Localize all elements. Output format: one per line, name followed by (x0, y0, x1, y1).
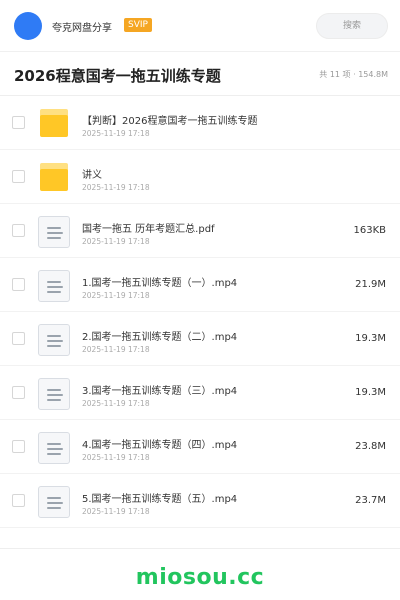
file-date: 2025-11-19 17:18 (82, 345, 150, 354)
document-icon (38, 216, 70, 248)
title-row: 2026程意国考一拖五训练专题 共 11 项 · 154.8M (0, 52, 400, 96)
folder-icon (38, 162, 70, 194)
file-size: 19.3M (355, 333, 386, 344)
file-date: 2025-11-19 17:18 (82, 507, 150, 516)
document-icon (38, 324, 70, 356)
top-bar: 夸克网盘分享 SVIP 搜索 (0, 0, 400, 52)
list-item[interactable]: 国考一拖五 历年考题汇总.pdf 2025-11-19 17:18 163KB (0, 204, 400, 258)
select-checkbox[interactable] (12, 440, 25, 453)
list-item[interactable]: 【判断】2026程意国考一拖五训练专题 2025-11-19 17:18 (0, 96, 400, 150)
select-checkbox[interactable] (12, 332, 25, 345)
select-checkbox[interactable] (12, 170, 25, 183)
select-checkbox[interactable] (12, 116, 25, 129)
file-size: 23.8M (355, 441, 386, 452)
document-icon (38, 432, 70, 464)
list-item[interactable]: 讲义 2025-11-19 17:18 (0, 150, 400, 204)
file-date: 2025-11-19 17:18 (82, 453, 150, 462)
document-icon (38, 270, 70, 302)
file-date: 2025-11-19 17:18 (82, 399, 150, 408)
avatar[interactable] (14, 12, 42, 40)
file-size: 23.7M (355, 495, 386, 506)
list-item[interactable]: 3.国考一拖五训练专题（三）.mp4 2025-11-19 17:18 19.3… (0, 366, 400, 420)
svip-badge: SVIP (124, 18, 152, 32)
file-name[interactable]: 讲义 (82, 166, 102, 181)
file-name[interactable]: 2.国考一拖五训练专题（二）.mp4 (82, 328, 237, 343)
file-list: 【判断】2026程意国考一拖五训练专题 2025-11-19 17:18 讲义 … (0, 96, 400, 528)
list-item[interactable]: 2.国考一拖五训练专题（二）.mp4 2025-11-19 17:18 19.3… (0, 312, 400, 366)
footer: miosou.cc (0, 548, 400, 600)
page-title: 2026程意国考一拖五训练专题 (14, 67, 221, 85)
document-icon (38, 486, 70, 518)
file-size: 163KB (353, 225, 386, 236)
file-name[interactable]: 5.国考一拖五训练专题（五）.mp4 (82, 490, 237, 505)
item-summary: 共 11 项 · 154.8M (319, 70, 388, 79)
file-name[interactable]: 国考一拖五 历年考题汇总.pdf (82, 220, 215, 235)
select-checkbox[interactable] (12, 278, 25, 291)
file-name[interactable]: 【判断】2026程意国考一拖五训练专题 (82, 112, 257, 127)
select-checkbox[interactable] (12, 386, 25, 399)
site-watermark: miosou.cc (135, 565, 265, 590)
list-item[interactable]: 5.国考一拖五训练专题（五）.mp4 2025-11-19 17:18 23.7… (0, 474, 400, 528)
file-date: 2025-11-19 17:18 (82, 183, 150, 192)
file-size: 19.3M (355, 387, 386, 398)
search-input[interactable]: 搜索 (316, 13, 388, 39)
folder-icon (38, 108, 70, 140)
file-name[interactable]: 1.国考一拖五训练专题（一）.mp4 (82, 274, 237, 289)
file-size: 21.9M (355, 279, 386, 290)
app-name: 夸克网盘分享 (52, 23, 112, 34)
file-name[interactable]: 4.国考一拖五训练专题（四）.mp4 (82, 436, 237, 451)
file-date: 2025-11-19 17:18 (82, 291, 150, 300)
file-date: 2025-11-19 17:18 (82, 129, 150, 138)
file-date: 2025-11-19 17:18 (82, 237, 150, 246)
list-item[interactable]: 4.国考一拖五训练专题（四）.mp4 2025-11-19 17:18 23.8… (0, 420, 400, 474)
file-name[interactable]: 3.国考一拖五训练专题（三）.mp4 (82, 382, 237, 397)
select-checkbox[interactable] (12, 224, 25, 237)
document-icon (38, 378, 70, 410)
list-item[interactable]: 1.国考一拖五训练专题（一）.mp4 2025-11-19 17:18 21.9… (0, 258, 400, 312)
select-checkbox[interactable] (12, 494, 25, 507)
